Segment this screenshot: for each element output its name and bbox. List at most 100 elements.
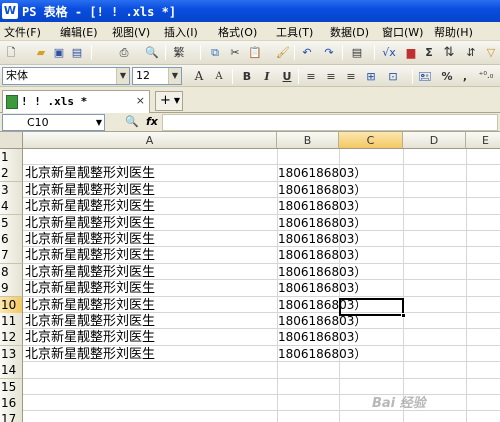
redo-icon[interactable]: ↷ — [320, 44, 338, 61]
cell-a[interactable]: 北京新星靓整形刘医生 — [25, 231, 155, 248]
wrap-text-icon[interactable]: ⊡ — [384, 68, 402, 85]
cell-b[interactable]: 1806186803） — [278, 182, 366, 199]
shrink-font-button[interactable]: A — [210, 68, 228, 85]
menu-edit[interactable]: 编辑(E) — [60, 24, 98, 40]
align-right-icon[interactable]: ≡ — [342, 68, 360, 85]
cell-b[interactable]: 1806186803） — [278, 346, 366, 363]
paste-icon[interactable]: 📋 — [246, 44, 264, 61]
column-header-a[interactable]: A — [23, 132, 277, 149]
row-header[interactable]: 3 — [0, 181, 23, 199]
italic-button[interactable]: I — [258, 68, 276, 85]
cell-a[interactable]: 北京新星靓整形刘医生 — [25, 198, 155, 215]
cell-a[interactable]: 北京新星靓整形刘医生 — [25, 313, 155, 330]
cell-b[interactable]: 1806186803） — [278, 264, 366, 281]
row-header[interactable]: 14 — [0, 362, 23, 380]
cell-a[interactable]: 北京新星靓整形刘医生 — [25, 297, 155, 314]
row-header[interactable]: 7 — [0, 247, 23, 265]
cell-a[interactable]: 北京新星靓整形刘医生 — [25, 247, 155, 264]
cell-b[interactable]: 1806186803） — [278, 280, 366, 297]
column-header-c[interactable]: C — [339, 132, 403, 149]
increase-decimal-icon[interactable]: ⁺⁰.₀ — [474, 68, 498, 85]
name-box[interactable]: C10 ▼ — [2, 114, 105, 131]
sort-ascending-icon[interactable]: ⇅ — [440, 44, 458, 61]
menu-file[interactable]: 文件(F) — [4, 24, 41, 40]
cell-b[interactable]: 1806186803） — [278, 165, 366, 182]
chevron-down-icon[interactable]: ▼ — [174, 92, 180, 110]
open-folder-icon[interactable]: ▰ — [32, 44, 50, 61]
merge-cells-icon[interactable]: ⊞ — [362, 68, 380, 85]
worksheet-grid[interactable]: A B C D E 1 2 北京新星靓整形刘医生 1806186803） 3 北京新星靓整… — [0, 132, 500, 422]
close-tab-icon[interactable]: × — [136, 94, 145, 107]
menu-window[interactable]: 窗口(W) — [382, 24, 423, 40]
cell-a[interactable]: 北京新星靓整形刘医生 — [25, 182, 155, 199]
cell-a[interactable]: 北京新星靓整形刘医生 — [25, 329, 155, 346]
cell-a[interactable]: 北京新星靓整形刘医生 — [25, 215, 155, 232]
cell-b[interactable]: 1806186803） — [278, 215, 366, 232]
autosum-button[interactable]: Σ — [420, 44, 438, 61]
new-tab-button[interactable]: + ▼ — [155, 91, 183, 111]
underline-button[interactable]: U — [278, 68, 296, 85]
document-tab[interactable]: ! ! .xls * × — [2, 90, 150, 113]
row-header[interactable]: 10 — [0, 296, 23, 314]
save-icon[interactable]: ▣ — [50, 44, 68, 61]
cell-a[interactable]: 北京新星靓整形刘医生 — [25, 280, 155, 297]
grow-font-button[interactable]: A — [190, 68, 208, 85]
chart-icon[interactable]: ▆ — [402, 44, 420, 61]
row-header[interactable]: 13 — [0, 345, 23, 363]
row-header[interactable]: 6 — [0, 231, 23, 248]
print-preview-icon[interactable]: 🔍 — [143, 44, 161, 61]
percent-button[interactable]: % — [438, 68, 456, 85]
menu-view[interactable]: 视图(V) — [112, 24, 150, 40]
row-header[interactable]: 12 — [0, 329, 23, 347]
cell-b[interactable]: 1806186803） — [278, 329, 366, 346]
row-header[interactable]: 15 — [0, 378, 23, 396]
align-left-icon[interactable]: ≡ — [302, 68, 320, 85]
column-header-e[interactable]: E — [466, 132, 500, 149]
row-header[interactable]: 2 — [0, 165, 23, 183]
spell-check-icon[interactable]: 繁 — [170, 44, 188, 61]
insert-function-button[interactable]: fx — [146, 115, 158, 128]
cell-b[interactable]: 1806186803） — [278, 247, 366, 264]
format-painter-icon[interactable]: 🖌 — [274, 44, 292, 61]
column-header-d[interactable]: D — [403, 132, 466, 149]
currency-icon[interactable]: 🖭 — [416, 68, 434, 85]
menu-tools[interactable]: 工具(T) — [276, 24, 313, 40]
column-header-b[interactable]: B — [277, 132, 339, 149]
row-header[interactable]: 1 — [0, 149, 23, 166]
chevron-down-icon[interactable]: ▼ — [116, 68, 129, 84]
cell-a[interactable]: 北京新星靓整形刘医生 — [25, 165, 155, 182]
copy-format-icon[interactable]: ⧉ — [206, 44, 224, 61]
menu-format[interactable]: 格式(O) — [218, 24, 257, 40]
cell-b[interactable]: 1806186803） — [278, 198, 366, 215]
row-header[interactable]: 9 — [0, 280, 23, 298]
cell-a[interactable]: 北京新星靓整形刘医生 — [25, 264, 155, 281]
save-as-icon[interactable]: ▤ — [68, 44, 86, 61]
print-icon[interactable]: ⎙ — [115, 44, 133, 61]
chevron-down-icon[interactable]: ▼ — [96, 115, 102, 130]
row-header[interactable]: 4 — [0, 198, 23, 216]
cell-b[interactable]: 1806186803） — [278, 231, 366, 248]
bold-button[interactable]: B — [238, 68, 256, 85]
insert-function-icon[interactable]: √x — [378, 44, 400, 61]
insert-rows-icon[interactable]: ▤ — [348, 44, 366, 61]
undo-icon[interactable]: ↶ — [298, 44, 316, 61]
menu-help[interactable]: 帮助(H) — [434, 24, 473, 40]
menu-data[interactable]: 数据(D) — [330, 24, 369, 40]
font-name-combo[interactable]: 宋体 ▼ — [2, 67, 130, 85]
row-header[interactable]: 17 — [0, 411, 23, 422]
comma-button[interactable]: , — [456, 68, 474, 85]
chevron-down-icon[interactable]: ▼ — [168, 68, 181, 84]
row-header[interactable]: 11 — [0, 313, 23, 330]
row-header[interactable]: 5 — [0, 214, 23, 232]
new-document-icon[interactable]: 🗋 — [2, 44, 20, 61]
filter-icon[interactable]: ▽ — [482, 44, 500, 61]
font-size-combo[interactable]: 12 ▼ — [132, 67, 182, 85]
align-center-icon[interactable]: ≡ — [322, 68, 340, 85]
row-header[interactable]: 16 — [0, 395, 23, 412]
active-cell-c10[interactable] — [339, 298, 406, 318]
formula-input[interactable] — [162, 114, 498, 131]
cell-a[interactable]: 北京新星靓整形刘医生 — [25, 346, 155, 363]
menu-insert[interactable]: 插入(I) — [164, 24, 198, 40]
sort-descending-icon[interactable]: ⇵ — [462, 44, 480, 61]
row-header[interactable]: 8 — [0, 263, 23, 281]
